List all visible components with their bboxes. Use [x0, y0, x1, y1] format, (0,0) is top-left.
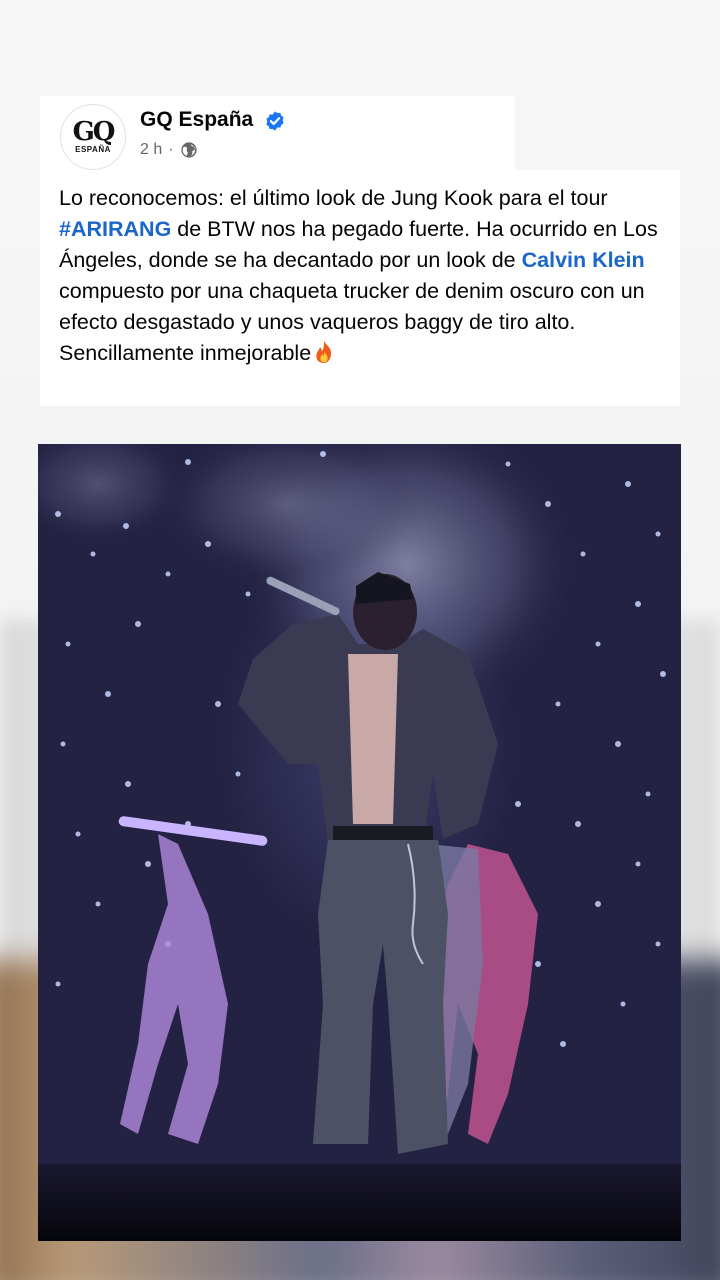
globe-icon[interactable]	[180, 141, 198, 159]
verified-badge-icon	[266, 111, 284, 131]
caption-part-3: compuesto por una chaqueta trucker de de…	[59, 279, 645, 365]
concert-photo[interactable]	[38, 444, 681, 1241]
post-time[interactable]: 2 h	[140, 141, 162, 159]
concert-photo-illustration	[38, 444, 681, 1241]
page-name[interactable]: GQ España	[140, 108, 253, 132]
post-meta: 2 h ·	[140, 141, 198, 159]
fire-icon	[316, 340, 332, 363]
meta-separator: ·	[168, 141, 174, 158]
avatar-logo-text: GQ	[72, 117, 116, 147]
mention-link[interactable]: Calvin Klein	[522, 248, 645, 272]
caption-part-1: Lo reconocemos: el último look de Jung K…	[59, 186, 608, 210]
hashtag-link[interactable]: #ARIRANG	[59, 217, 171, 241]
caption-text: Lo reconocemos: el último look de Jung K…	[59, 183, 674, 369]
post-header: GQ ESPAÑA GQ España 2 h ·	[40, 96, 515, 176]
post-caption: Lo reconocemos: el último look de Jung K…	[40, 170, 680, 406]
avatar-logo-subtext: ESPAÑA	[75, 145, 111, 154]
page-avatar[interactable]: GQ ESPAÑA	[60, 104, 126, 170]
